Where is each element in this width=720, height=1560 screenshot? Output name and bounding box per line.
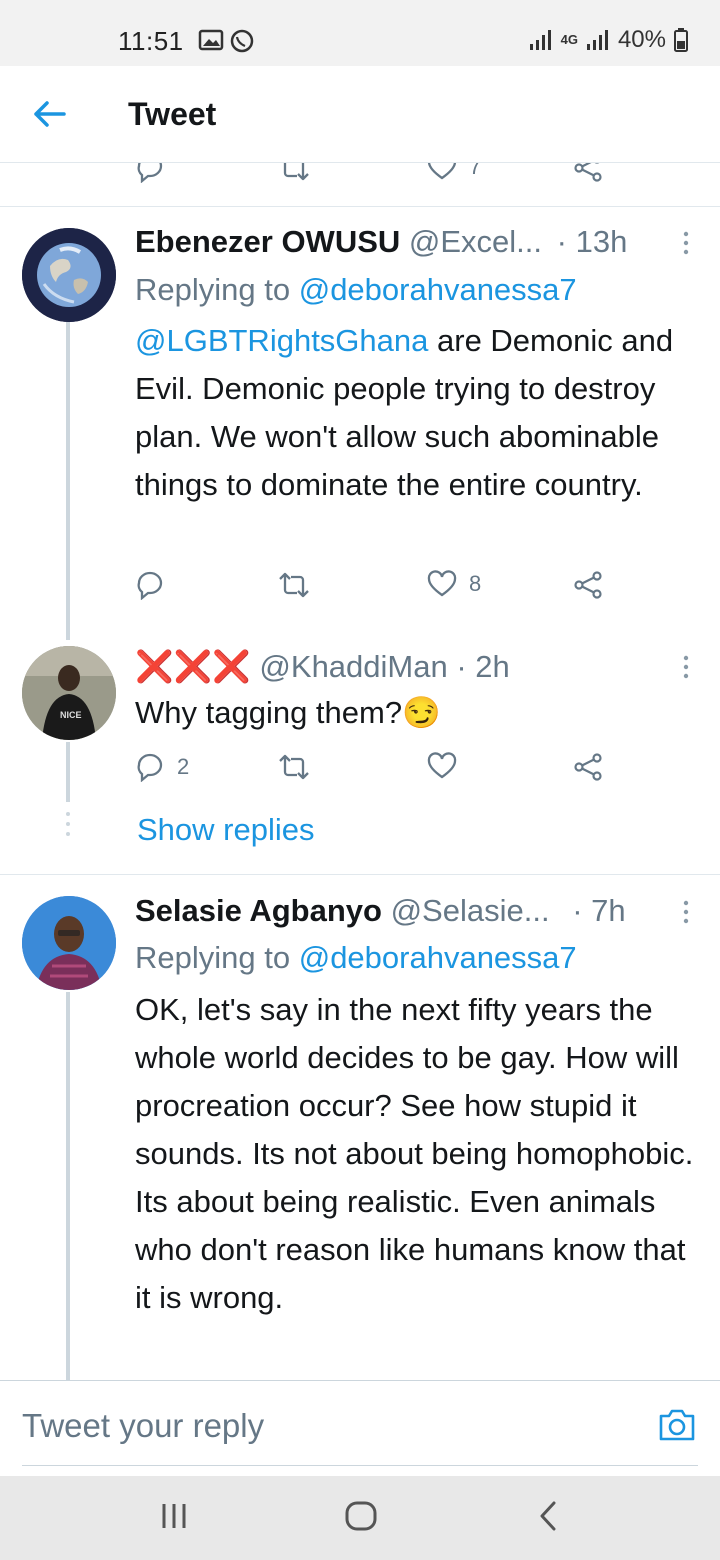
tweet-text: Why tagging them?😏 xyxy=(135,695,441,730)
retweet-icon xyxy=(279,572,309,598)
share-icon xyxy=(574,571,602,599)
tweet-text: @LGBTRightsGhana are Demonic and Evil. D… xyxy=(135,317,705,509)
tweet-time: · 2h xyxy=(456,649,510,684)
more-options-icon[interactable] xyxy=(676,228,696,258)
thread-dots xyxy=(66,812,70,836)
reply-icon xyxy=(137,163,163,183)
previous-tweet-actions: 7 xyxy=(135,163,615,193)
like-button[interactable] xyxy=(427,752,457,780)
tweet-time: · 13h xyxy=(556,224,628,259)
divider xyxy=(0,206,720,207)
replying-mention[interactable]: @deborahvanessa7 xyxy=(299,272,577,307)
status-right: 4G 40% xyxy=(529,26,688,54)
shirt-logo: NICE xyxy=(60,710,82,720)
avatar[interactable] xyxy=(22,228,116,322)
thread-line xyxy=(66,322,70,640)
signal-icon-2 xyxy=(586,30,608,50)
share-icon xyxy=(574,163,602,182)
replying-to: Replying to @deborahvanessa7 xyxy=(135,272,577,308)
heart-icon xyxy=(427,163,457,180)
thread-line xyxy=(66,742,70,802)
system-nav-bar xyxy=(0,1476,720,1560)
heart-icon xyxy=(427,570,457,597)
author-handle[interactable]: @Selasie... xyxy=(391,893,550,928)
avatar[interactable] xyxy=(22,896,116,990)
gallery-icon xyxy=(198,29,254,53)
avatar[interactable]: NICE xyxy=(22,646,116,740)
home-icon[interactable] xyxy=(343,1498,379,1534)
reply-button[interactable] xyxy=(135,163,165,183)
replying-mention[interactable]: @deborahvanessa7 xyxy=(299,940,577,975)
status-time: 11:51 xyxy=(118,26,184,56)
person-avatar-image xyxy=(22,896,116,990)
thread-line xyxy=(66,992,70,1380)
like-button[interactable]: 7 xyxy=(427,163,481,181)
signal-icon xyxy=(529,30,551,50)
tweet-header: ❌❌❌ @KhaddiMan · 2h xyxy=(135,648,510,685)
tweet-reply-input[interactable] xyxy=(22,1407,622,1445)
author-name[interactable]: ❌❌❌ xyxy=(135,649,251,684)
author-handle[interactable]: @Excel... xyxy=(409,224,542,259)
share-button[interactable] xyxy=(573,752,603,782)
earth-avatar-image xyxy=(22,228,116,322)
battery-percent: 40% xyxy=(617,26,666,53)
retweet-button[interactable] xyxy=(277,752,311,782)
previous-tweet-actions-clip: 7 xyxy=(0,163,720,193)
reply-button[interactable]: 2 xyxy=(135,752,189,782)
person-avatar-image: NICE xyxy=(22,646,116,740)
reply-underline xyxy=(22,1465,698,1466)
retweet-icon xyxy=(283,163,309,181)
tweet-mention[interactable]: @LGBTRightsGhana xyxy=(135,323,428,358)
more-options-icon[interactable] xyxy=(676,652,696,682)
back-nav-icon[interactable] xyxy=(532,1498,564,1534)
recent-apps-icon[interactable] xyxy=(158,1498,190,1534)
notification-icons xyxy=(198,28,258,59)
tweet-header: Selasie Agbanyo @Selasie... · 7h xyxy=(135,893,626,929)
battery-icon xyxy=(674,28,688,52)
replying-prefix: Replying to xyxy=(135,940,291,975)
like-button[interactable]: 8 xyxy=(427,570,481,598)
author-name[interactable]: Selasie Agbanyo xyxy=(135,893,382,928)
tweet-header: Ebenezer OWUSU @Excel... · 13h xyxy=(135,224,627,260)
share-button[interactable] xyxy=(573,570,603,600)
more-options-icon[interactable] xyxy=(676,897,696,927)
tweet-time: · 7h xyxy=(572,893,626,928)
author-name[interactable]: Ebenezer OWUSU xyxy=(135,224,400,259)
status-bar: 11:51 4G 40% xyxy=(0,0,720,66)
app-header: Tweet xyxy=(0,66,720,163)
author-handle[interactable]: @KhaddiMan xyxy=(259,649,447,684)
retweet-icon xyxy=(279,754,309,780)
tweet-actions: 8 xyxy=(135,570,615,610)
divider xyxy=(0,874,720,875)
reply-icon xyxy=(137,571,163,600)
replying-to: Replying to @deborahvanessa7 xyxy=(135,940,577,976)
show-replies-link[interactable]: Show replies xyxy=(137,812,314,848)
reply-bar xyxy=(0,1380,720,1477)
camera-icon[interactable] xyxy=(657,1407,697,1443)
retweet-button[interactable] xyxy=(277,163,311,183)
network-type: 4G xyxy=(560,32,578,47)
reply-button[interactable] xyxy=(135,570,165,600)
reply-count: 2 xyxy=(177,754,190,779)
back-arrow-icon[interactable] xyxy=(30,94,70,134)
tweet-actions: 2 xyxy=(135,752,615,792)
page-title: Tweet xyxy=(128,96,217,132)
replying-prefix: Replying to xyxy=(135,272,291,307)
heart-icon xyxy=(427,752,457,779)
share-icon xyxy=(574,753,602,781)
tweet-text: OK, let's say in the next fifty years th… xyxy=(135,992,694,1315)
like-count: 7 xyxy=(469,163,482,179)
share-button[interactable] xyxy=(573,163,603,183)
reply-icon xyxy=(137,753,163,782)
like-count: 8 xyxy=(469,571,482,596)
retweet-button[interactable] xyxy=(277,570,311,600)
